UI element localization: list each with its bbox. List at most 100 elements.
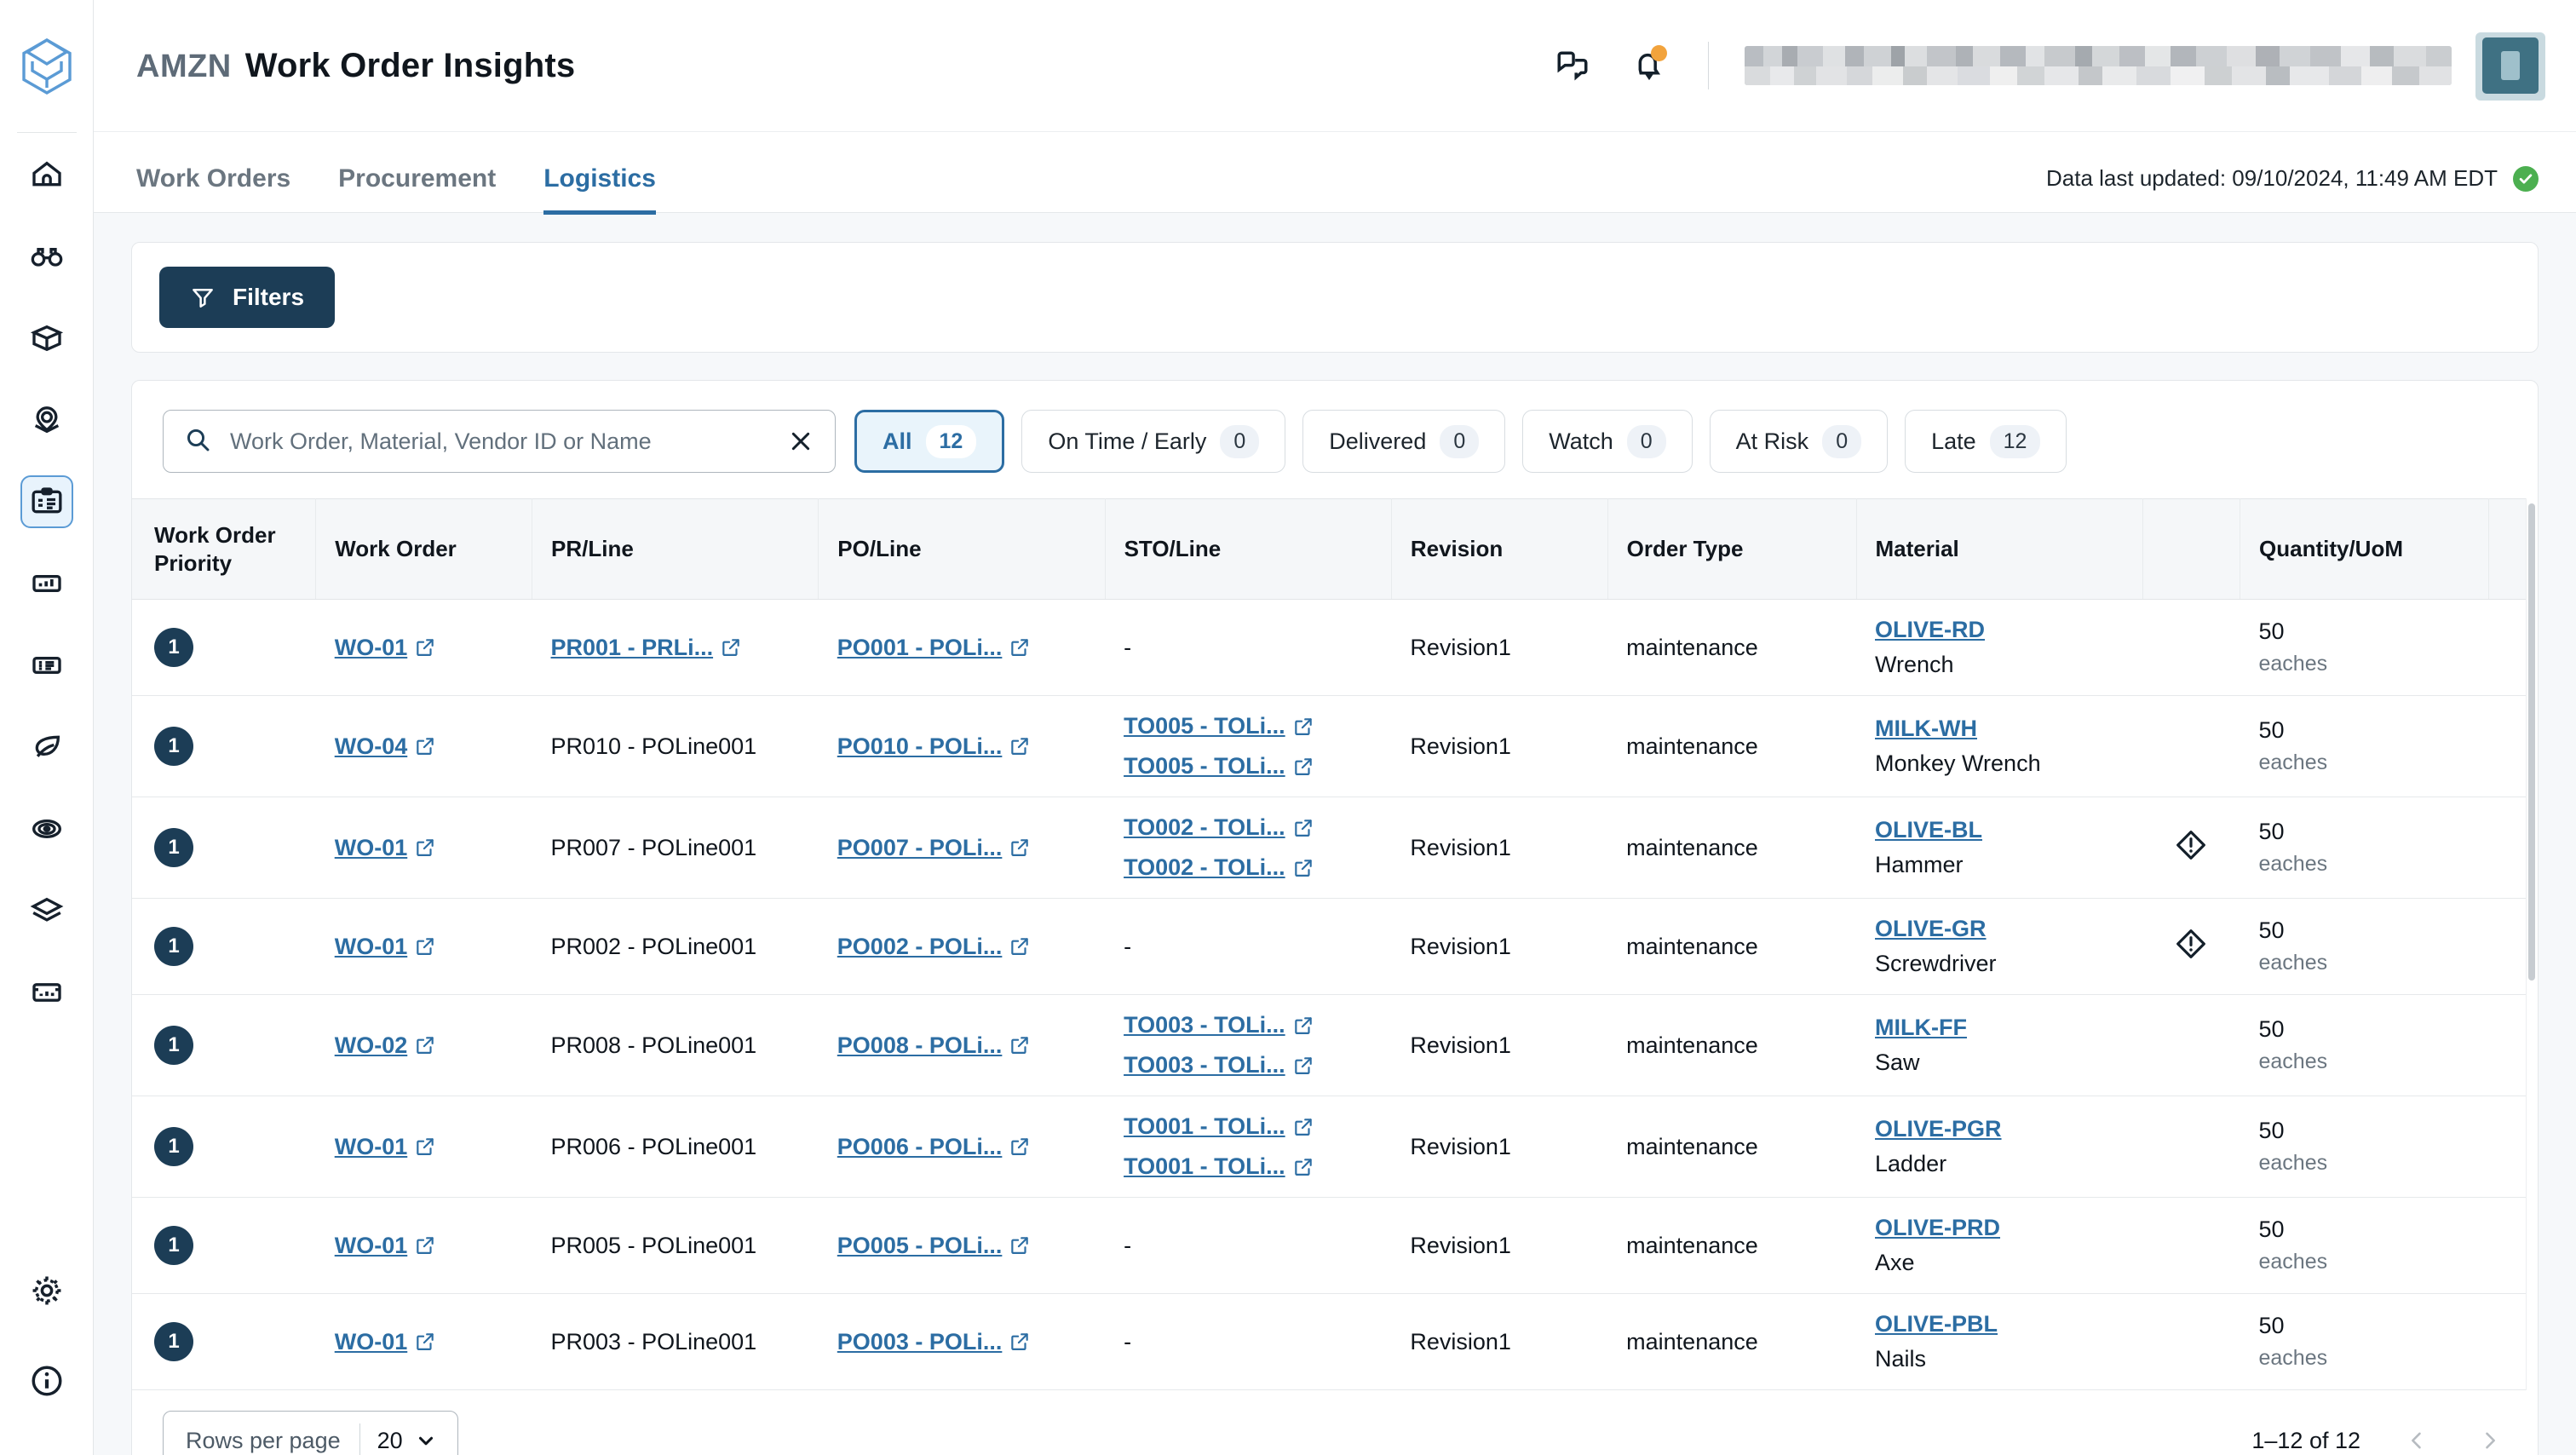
warning-icon[interactable] [2174, 830, 2208, 867]
external-link-icon[interactable] [1292, 716, 1314, 738]
work-order-link[interactable]: WO-01 [335, 1329, 437, 1355]
work-order-link[interactable]: WO-01 [335, 1233, 437, 1259]
external-link-icon[interactable] [1009, 1234, 1031, 1257]
external-link-icon[interactable] [414, 1136, 436, 1158]
chip-delivered[interactable]: Delivered 0 [1302, 410, 1506, 473]
sidebar-item-work-order-insights[interactable] [20, 475, 73, 528]
col-revision[interactable]: Revision [1391, 498, 1608, 600]
rows-per-page-control[interactable]: Rows per page 20 [163, 1411, 458, 1455]
tab-logistics[interactable]: Logistics [543, 166, 656, 215]
external-link-icon[interactable] [1009, 837, 1031, 859]
external-link-icon[interactable] [1292, 1055, 1314, 1077]
external-link-icon[interactable] [1009, 735, 1031, 757]
table-scrollbar-thumb[interactable] [2528, 503, 2535, 981]
clear-search-button[interactable] [787, 428, 814, 455]
material-link[interactable]: OLIVE-BL [1875, 817, 1982, 843]
po-line-link[interactable]: PO002 - POLi... [837, 934, 1032, 960]
external-link-icon[interactable] [1009, 935, 1031, 958]
sto-line-link[interactable]: TO002 - TOLi... [1124, 854, 1372, 881]
po-line-link[interactable]: PO003 - POLi... [837, 1329, 1032, 1355]
sto-line-link[interactable]: TO005 - TOLi... [1124, 713, 1372, 739]
sidebar-item-home[interactable] [20, 148, 73, 201]
external-link-icon[interactable] [1009, 1034, 1031, 1056]
external-link-icon[interactable] [414, 636, 436, 658]
external-link-icon[interactable] [414, 1234, 436, 1257]
sidebar-item-analytics[interactable] [20, 557, 73, 610]
prev-page-button[interactable] [2400, 1429, 2434, 1452]
po-line-link[interactable]: PO001 - POLi... [837, 635, 1032, 661]
chip-watch[interactable]: Watch 0 [1522, 410, 1693, 473]
sidebar-item-radar[interactable] [20, 802, 73, 855]
warning-icon[interactable] [2174, 929, 2208, 966]
sidebar-item-layers[interactable] [20, 884, 73, 937]
col-sto-line[interactable]: STO/Line [1105, 498, 1392, 600]
external-link-icon[interactable] [414, 735, 436, 757]
col-quantity-uom[interactable]: Quantity/UoM [2240, 498, 2489, 600]
sidebar-item-sites[interactable] [20, 394, 73, 446]
col-material[interactable]: Material [1856, 498, 2143, 600]
notifications-button[interactable] [1626, 43, 1672, 89]
po-line-link[interactable]: PO007 - POLi... [837, 835, 1032, 861]
pr-line-link[interactable]: PR001 - PRLi... [551, 635, 743, 661]
external-link-icon[interactable] [414, 1331, 436, 1353]
external-link-icon[interactable] [1292, 1015, 1314, 1037]
sto-line-link[interactable]: TO005 - TOLi... [1124, 753, 1372, 779]
material-link[interactable]: OLIVE-RD [1875, 617, 1985, 643]
external-link-icon[interactable] [720, 636, 742, 658]
avatar[interactable] [2475, 32, 2545, 101]
chip-at-risk[interactable]: At Risk 0 [1709, 410, 1889, 473]
external-link-icon[interactable] [414, 837, 436, 859]
chip-late[interactable]: Late 12 [1905, 410, 2067, 473]
sidebar-item-watchtower[interactable] [20, 230, 73, 283]
external-link-icon[interactable] [414, 1034, 436, 1056]
work-order-link[interactable]: WO-01 [335, 934, 437, 960]
external-link-icon[interactable] [1009, 636, 1031, 658]
po-line-link[interactable]: PO006 - POLi... [837, 1134, 1032, 1160]
sto-line-link[interactable]: TO001 - TOLi... [1124, 1113, 1372, 1140]
chevron-down-icon[interactable] [415, 1429, 457, 1452]
search-input[interactable]: Work Order, Material, Vendor ID or Name [230, 428, 768, 455]
tab-procurement[interactable]: Procurement [338, 166, 496, 215]
material-link[interactable]: MILK-FF [1875, 1015, 1967, 1041]
material-link[interactable]: MILK-WH [1875, 716, 1977, 742]
material-link[interactable]: OLIVE-PBL [1875, 1311, 1998, 1337]
external-link-icon[interactable] [1292, 1156, 1314, 1178]
work-order-link[interactable]: WO-01 [335, 835, 437, 861]
work-order-link[interactable]: WO-01 [335, 635, 437, 661]
work-order-link[interactable]: WO-01 [335, 1134, 437, 1160]
external-link-icon[interactable] [1009, 1331, 1031, 1353]
external-link-icon[interactable] [1009, 1136, 1031, 1158]
material-link[interactable]: OLIVE-GR [1875, 916, 1987, 942]
sto-line-link[interactable]: TO002 - TOLi... [1124, 814, 1372, 841]
sidebar-item-info[interactable] [20, 1354, 73, 1407]
feedback-button[interactable] [1550, 43, 1596, 89]
app-logo[interactable] [0, 0, 94, 132]
col-pr-line[interactable]: PR/Line [532, 498, 819, 600]
sto-line-link[interactable]: TO003 - TOLi... [1124, 1012, 1372, 1038]
sidebar-item-inventory[interactable] [20, 312, 73, 365]
table-scrollbar[interactable] [2526, 498, 2538, 1390]
search-box[interactable]: Work Order, Material, Vendor ID or Name [163, 410, 836, 473]
material-link[interactable]: OLIVE-PRD [1875, 1215, 2000, 1241]
col-work-order-priority[interactable]: Work Order Priority [132, 498, 317, 600]
sidebar-item-sustainability[interactable] [20, 721, 73, 774]
col-work-order[interactable]: Work Order [315, 498, 533, 600]
external-link-icon[interactable] [1292, 857, 1314, 879]
work-order-link[interactable]: WO-04 [335, 733, 437, 760]
po-line-link[interactable]: PO005 - POLi... [837, 1233, 1032, 1259]
col-po-line[interactable]: PO/Line [818, 498, 1106, 600]
col-order-type[interactable]: Order Type [1607, 498, 1857, 600]
chip-all[interactable]: All 12 [854, 410, 1005, 473]
next-page-button[interactable] [2473, 1429, 2507, 1452]
chip-on-time-early[interactable]: On Time / Early 0 [1021, 410, 1286, 473]
po-line-link[interactable]: PO008 - POLi... [837, 1032, 1032, 1059]
tab-work-orders[interactable]: Work Orders [136, 166, 290, 215]
sidebar-item-dashboards[interactable] [20, 966, 73, 1019]
external-link-icon[interactable] [1292, 817, 1314, 839]
work-order-link[interactable]: WO-02 [335, 1032, 437, 1059]
po-line-link[interactable]: PO010 - POLi... [837, 733, 1032, 760]
external-link-icon[interactable] [1292, 756, 1314, 778]
sidebar-item-settings[interactable] [20, 1264, 73, 1317]
sto-line-link[interactable]: TO001 - TOLi... [1124, 1153, 1372, 1180]
external-link-icon[interactable] [414, 935, 436, 958]
